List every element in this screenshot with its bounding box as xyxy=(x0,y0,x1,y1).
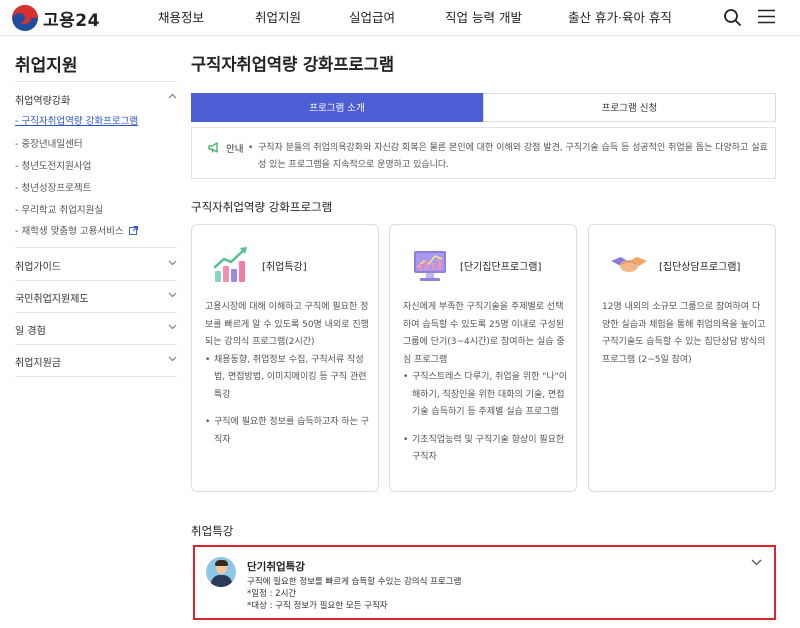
sidebar-group-label: 취업가이드 xyxy=(15,262,61,273)
sidebar-item-student-employment-service[interactable]: - 재학생 맞춤형 고용서비스 xyxy=(15,223,138,237)
notice-label: 안내 xyxy=(226,144,244,155)
sidebar-group-national-employment[interactable]: 국민취업지원제도 xyxy=(15,290,177,305)
lecture-description: 구직에 필요한 정보를 빠르게 습득할 수있는 강의식 프로그램 xyxy=(247,577,462,587)
divider xyxy=(15,344,177,345)
divider xyxy=(15,280,177,281)
avatar xyxy=(206,557,236,587)
lecture-item-short-term[interactable]: 단기취업특강 구직에 필요한 정보를 빠르게 습득할 수있는 강의식 프로그램 … xyxy=(193,545,776,620)
page-title: 구직자취업역량 강화프로그램 xyxy=(191,55,395,74)
divider xyxy=(15,81,177,82)
tab-program-apply[interactable]: 프로그램 신청 xyxy=(483,93,776,122)
nav-unemployment-benefit[interactable]: 실업급여 xyxy=(349,0,395,36)
sidebar-group-work-experience[interactable]: 일 경험 xyxy=(15,322,177,337)
card-bullet: 채용동향, 취업정보 수집, 구직서류 작성법, 면접방법, 이미지메이킹 등 … xyxy=(205,352,371,405)
sidebar-item-job-seeker-program[interactable]: - 구직자취업역량 강화프로그램 xyxy=(15,113,138,127)
program-card-lecture: [취업특강] 고용시장에 대해 이해하고 구직에 필요한 정보를 빠르게 알 수… xyxy=(191,224,379,492)
handshake-icon xyxy=(611,257,647,272)
sidebar-group-job-guide[interactable]: 취업가이드 xyxy=(15,258,177,273)
card-title: [단기집단프로그램] xyxy=(460,262,542,273)
sidebar-group-label: 취업지원금 xyxy=(15,358,61,369)
lecture-schedule: *일정 : 2시간 xyxy=(247,589,297,599)
logo-text: 고용24 xyxy=(43,10,100,31)
nav-parental-leave[interactable]: 출산 휴가·육아 휴직 xyxy=(568,0,672,36)
card-bullet: 구직에 필요한 정보를 습득하고자 하는 구직자 xyxy=(205,414,371,449)
chevron-up-icon xyxy=(168,93,177,99)
sidebar-group-label: 국민취업지원제도 xyxy=(15,294,89,305)
chevron-down-icon[interactable] xyxy=(751,558,762,566)
tab-program-intro[interactable]: 프로그램 소개 xyxy=(191,93,483,122)
card-bullet: 구직스트레스 다루기, 취업을 위한 "나"이해하기, 직장인을 위한 대화의 … xyxy=(403,369,569,422)
monitor-chart-icon xyxy=(414,251,446,281)
chevron-down-icon xyxy=(168,292,177,298)
nav-employment-support[interactable]: 취업지원 xyxy=(255,0,301,36)
card-body: 자신에게 부족한 구직기술을 주제별로 선택하여 습득할 수 있도록 25명 이… xyxy=(403,299,569,467)
megaphone-icon xyxy=(208,142,218,153)
site-logo[interactable]: 고용24 xyxy=(12,5,100,31)
programs-section-title: 구직자취업역량 강화프로그램 xyxy=(191,200,333,214)
divider xyxy=(15,376,177,377)
nav-jobs[interactable]: 채용정보 xyxy=(158,0,204,36)
menu-icon[interactable] xyxy=(758,9,775,24)
card-title: [취업특강] xyxy=(262,262,307,273)
program-card-short-group: [단기집단프로그램] 자신에게 부족한 구직기술을 주제별로 선택하여 습득할 … xyxy=(389,224,577,492)
card-body: 고용시장에 대해 이해하고 구직에 필요한 정보를 빠르게 알 수 있도록 50… xyxy=(205,299,371,449)
notice-box: 안내 구직자 분들의 취업의욕강화와 자신감 회복은 물론 본인에 대한 이해와… xyxy=(191,127,776,179)
card-description: 자신에게 부족한 구직기술을 주제별로 선택하여 습득할 수 있도록 25명 이… xyxy=(403,302,565,365)
card-body: 12명 내외의 소규모 그룹으로 참여하여 다양한 실습과 체험을 통해 취업의… xyxy=(602,299,768,369)
sidebar-item-midcareer-center[interactable]: - 중장년내일센터 xyxy=(15,136,83,150)
lecture-section-title: 취업특강 xyxy=(191,524,234,538)
program-card-group-counseling: [집단상담프로그램] 12명 내외의 소규모 그룹으로 참여하여 다양한 실습과… xyxy=(588,224,776,492)
search-icon[interactable] xyxy=(723,8,742,27)
notice-text: 구직자 분들의 취업의욕강화와 자신감 회복은 물론 본인에 대한 이해와 강점… xyxy=(248,140,768,174)
card-description: 고용시장에 대해 이해하고 구직에 필요한 정보를 빠르게 알 수 있도록 50… xyxy=(205,302,369,347)
site-header: 고용24 채용정보 취업지원 실업급여 직업 능력 개발 출산 휴가·육아 휴직 xyxy=(0,0,800,36)
sidebar-group-label: 취업역량강화 xyxy=(15,96,71,107)
sidebar-group-label: 일 경험 xyxy=(15,326,46,337)
sidebar-item-youth-challenge[interactable]: - 청년도전지원사업 xyxy=(15,158,91,172)
sidebar-group-employment-subsidy[interactable]: 취업지원금 xyxy=(15,354,177,369)
card-description: 12명 내외의 소규모 그룹으로 참여하여 다양한 실습과 체험을 통해 취업의… xyxy=(602,302,766,365)
sidebar-title: 취업지원 xyxy=(15,56,78,76)
chevron-down-icon xyxy=(168,260,177,266)
nav-vocational-training[interactable]: 직업 능력 개발 xyxy=(445,0,522,36)
chevron-down-icon xyxy=(168,356,177,362)
taegeuk-logo-icon xyxy=(12,5,38,31)
divider xyxy=(15,247,177,248)
chart-growth-icon xyxy=(213,247,247,282)
card-bullet: 기초직업능력 및 구직기술 향상이 필요한 구직자 xyxy=(403,432,569,467)
card-title: [집단상담프로그램] xyxy=(659,262,741,273)
chevron-down-icon xyxy=(168,324,177,330)
lecture-title: 단기취업특강 xyxy=(247,561,305,573)
sidebar-item-label: - 재학생 맞춤형 고용서비스 xyxy=(15,226,124,237)
lecture-target: *대상 : 구직 정보가 필요한 모든 구직자 xyxy=(247,601,388,611)
sidebar-group-capability[interactable]: 취업역량강화 xyxy=(15,92,177,107)
sidebar-item-youth-growth[interactable]: - 청년성장프로젝트 xyxy=(15,180,91,194)
sidebar-item-school-career-office[interactable]: - 우리학교 취업지원실 xyxy=(15,202,103,216)
external-link-icon xyxy=(128,226,138,235)
divider xyxy=(15,312,177,313)
